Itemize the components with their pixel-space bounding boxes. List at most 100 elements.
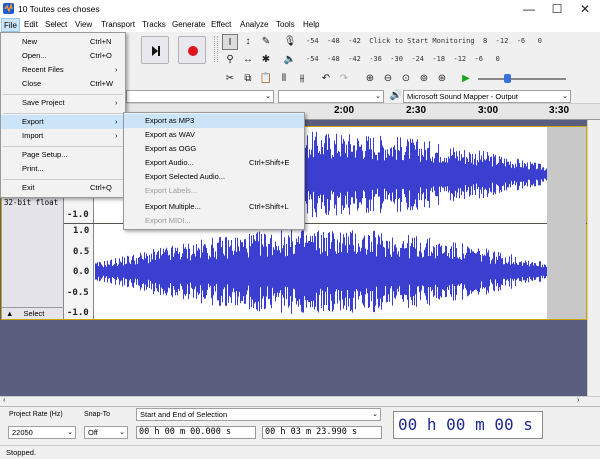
submenu-arrow-icon: › xyxy=(115,117,118,126)
project-rate-combo[interactable]: 22050 ⌄ xyxy=(8,426,76,439)
selection-tool-icon[interactable]: I xyxy=(222,34,238,50)
menu-generate[interactable]: Generate xyxy=(170,18,207,32)
scroll-left-icon[interactable]: ‹ xyxy=(3,397,5,404)
chevron-down-icon: ⌄ xyxy=(119,429,125,436)
export-audio[interactable]: Export Audio... Ctrl+Shift+E xyxy=(124,156,304,170)
envelope-tool-icon[interactable]: ↕ xyxy=(240,34,256,50)
minimize-button[interactable]: — xyxy=(515,0,543,18)
audio-position-display[interactable]: 00 h 00 m 00 s xyxy=(393,411,543,439)
menu-item-label: Export Labels... xyxy=(145,186,198,195)
record-button[interactable] xyxy=(178,36,206,64)
track-end-area xyxy=(547,127,586,319)
selection-mode-combo[interactable]: Start and End of Selection ⌄ xyxy=(136,408,381,421)
export-as-ogg[interactable]: Export as OGG xyxy=(124,142,304,156)
output-device-label: Microsoft Sound Mapper - Output xyxy=(407,92,518,101)
draw-tool-icon[interactable]: ✎ xyxy=(258,34,274,50)
menu-separator xyxy=(3,94,123,95)
selection-mode-value: Start and End of Selection xyxy=(140,410,228,419)
paste-icon[interactable]: 📋 xyxy=(258,71,274,87)
menu-item-shortcut: Ctrl+O xyxy=(90,51,112,60)
file-menu-new[interactable]: New Ctrl+N xyxy=(1,35,125,49)
menu-item-label: Open... xyxy=(22,51,47,60)
playback-meter-scale[interactable]: -54 -48 -42 -36 -30 -24 -18 -12 -6 0 xyxy=(306,55,500,63)
play-speed-slider[interactable] xyxy=(478,78,566,80)
output-speaker-icon: 🔊 xyxy=(389,90,403,101)
trim-icon[interactable]: ⫴ xyxy=(276,71,292,87)
zoom-in-icon[interactable]: ⊕ xyxy=(362,71,378,87)
menu-view[interactable]: View xyxy=(73,18,94,32)
menu-help[interactable]: Help xyxy=(301,18,321,32)
toolbar-grip[interactable] xyxy=(214,36,218,62)
microphone-icon[interactable]: 🎙 xyxy=(282,34,298,50)
fit-project-icon[interactable]: ⊚ xyxy=(416,71,432,87)
output-device-combo[interactable]: Microsoft Sound Mapper - Output ⌄ xyxy=(403,90,571,103)
multi-tool-icon[interactable]: ✱ xyxy=(258,52,274,68)
menu-tools[interactable]: Tools xyxy=(274,18,297,32)
file-menu-recent-files[interactable]: Recent Files › xyxy=(1,63,125,77)
file-menu-dropdown: New Ctrl+N Open... Ctrl+O Recent Files › Cl… xyxy=(0,32,126,198)
menu-select[interactable]: Select xyxy=(43,18,69,32)
menu-effect[interactable]: Effect xyxy=(209,18,233,32)
menu-tracks[interactable]: Tracks xyxy=(140,18,168,32)
timeshift-tool-icon[interactable]: ↔ xyxy=(240,52,256,68)
play-speed-thumb[interactable] xyxy=(504,74,511,83)
fit-selection-icon[interactable]: ⊙ xyxy=(398,71,414,87)
file-menu-open[interactable]: Open... Ctrl+O xyxy=(1,49,125,63)
menu-item-label: Import xyxy=(22,131,44,140)
file-menu-print[interactable]: Print... xyxy=(1,162,125,176)
undo-icon[interactable]: ↶ xyxy=(318,71,334,87)
export-as-wav[interactable]: Export as WAV xyxy=(124,128,304,142)
menu-file[interactable]: File xyxy=(1,18,20,32)
select-button[interactable]: ▲ Select xyxy=(2,307,64,319)
export-midi: Export MIDI... xyxy=(124,214,304,228)
file-menu-page-setup[interactable]: Page Setup... xyxy=(1,148,125,162)
horizontal-scrollbar[interactable]: ‹ › xyxy=(0,396,600,406)
menu-edit[interactable]: Edit xyxy=(22,18,40,32)
menu-item-shortcut: Ctrl+Q xyxy=(90,183,112,192)
menu-transport[interactable]: Transport xyxy=(99,18,137,32)
export-as-mp3[interactable]: Export as MP3 xyxy=(124,114,304,128)
host-combo[interactable]: ⌄ xyxy=(126,90,274,103)
export-selected-audio[interactable]: Export Selected Audio... xyxy=(124,170,304,184)
zoom-out-icon[interactable]: ⊖ xyxy=(380,71,396,87)
selection-end-time[interactable]: 00 h 03 m 23.990 s xyxy=(262,426,382,439)
snap-to-value: Off xyxy=(88,428,98,437)
scale-label: 0.5 xyxy=(73,247,90,257)
vertical-scrollbar[interactable] xyxy=(587,120,600,396)
file-menu-import[interactable]: Import › xyxy=(1,129,125,143)
copy-icon[interactable]: ⧉ xyxy=(240,71,256,87)
record-meter-scale[interactable]: -54 -48 -42 Click to Start Monitoring 8 … xyxy=(306,37,542,45)
submenu-arrow-icon: › xyxy=(115,65,118,74)
menu-analyze[interactable]: Analyze xyxy=(238,18,270,32)
selection-start-time[interactable]: 00 h 00 m 00.000 s xyxy=(136,426,256,439)
menu-item-label: Export Selected Audio... xyxy=(145,172,226,181)
cut-icon[interactable]: ✂ xyxy=(222,71,238,87)
silence-icon[interactable]: ⫵ xyxy=(294,71,310,87)
skip-end-button[interactable] xyxy=(141,36,169,64)
chevron-down-icon: ⌄ xyxy=(562,93,568,100)
speaker-icon[interactable]: 🔈 xyxy=(282,52,298,68)
export-multiple[interactable]: Export Multiple... Ctrl+Shift+L xyxy=(124,200,304,214)
chevron-down-icon: ⌄ xyxy=(372,411,378,418)
snap-to-combo[interactable]: Off ⌄ xyxy=(84,426,128,439)
timeline-tick: 2:00 xyxy=(334,105,355,116)
file-menu-export[interactable]: Export › xyxy=(1,115,125,129)
menu-item-label: Export as MP3 xyxy=(145,116,195,125)
title-bar: 10 Toutes ces choses — ☐ ✕ xyxy=(0,0,600,18)
app-icon xyxy=(3,3,14,14)
play-at-speed-icon[interactable]: ▶ xyxy=(458,71,474,87)
close-button[interactable]: ✕ xyxy=(571,0,599,18)
waveform-channel-right[interactable] xyxy=(95,224,547,319)
maximize-button[interactable]: ☐ xyxy=(543,0,571,18)
scale-label: -1.0 xyxy=(67,210,89,220)
file-menu-save-project[interactable]: Save Project › xyxy=(1,96,125,110)
file-menu-close[interactable]: Close Ctrl+W xyxy=(1,77,125,91)
input-device-combo[interactable]: ⌄ xyxy=(278,90,384,103)
redo-icon[interactable]: ↷ xyxy=(336,71,352,87)
scroll-right-icon[interactable]: › xyxy=(577,397,579,404)
zoom-toggle-icon[interactable]: ⊛ xyxy=(434,71,450,87)
zoom-tool-icon[interactable]: ⚲ xyxy=(222,52,238,68)
file-menu-exit[interactable]: Exit Ctrl+Q xyxy=(1,181,125,195)
export-labels: Export Labels... xyxy=(124,184,304,198)
menu-item-label: Export xyxy=(22,117,44,126)
